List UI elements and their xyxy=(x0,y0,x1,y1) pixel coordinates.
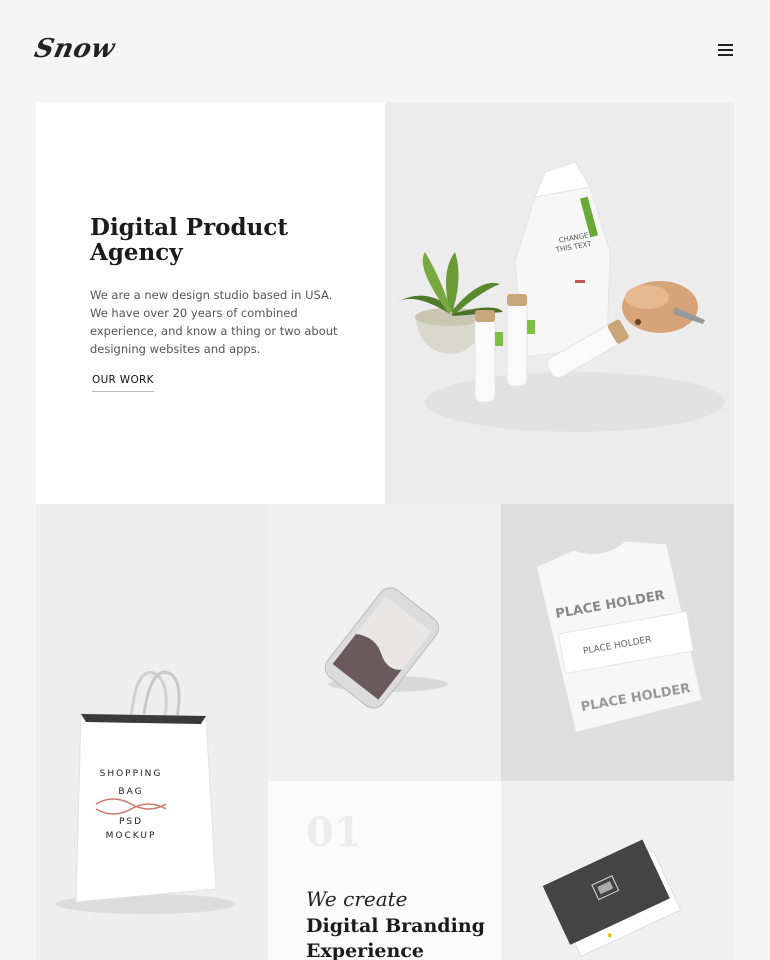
svg-text:MOCKUP: MOCKUP xyxy=(106,831,157,841)
phone-mockup-image[interactable] xyxy=(268,504,501,781)
service-panel: 01 We create Digital Branding Experience xyxy=(268,781,501,960)
service-title: Digital Branding Experience xyxy=(306,915,485,960)
hero-title: Digital Product Agency xyxy=(90,214,288,266)
service-number: 01 xyxy=(306,809,362,856)
tshirt-mockup-image[interactable]: PLACE HOLDER PLACE HOLDER PLACE HOLDER xyxy=(501,504,734,781)
svg-text:BAG: BAG xyxy=(118,787,143,797)
hamburger-menu-icon[interactable] xyxy=(718,44,733,56)
site-header: Snow xyxy=(0,0,770,100)
business-card-image[interactable] xyxy=(501,781,734,960)
hero-description: We are a new design studio based in USA.… xyxy=(90,288,338,356)
shopping-bag-image[interactable]: SHOPPING BAG PSD MOCKUP xyxy=(36,504,268,960)
service-subtitle: We create xyxy=(306,887,408,911)
hero-product-image[interactable]: CHANGE THIS TEXT xyxy=(385,102,734,504)
hero-text-panel: Digital Product Agency We are a new desi… xyxy=(36,102,385,504)
our-work-link[interactable]: OUR WORK xyxy=(92,374,154,392)
wooden-object xyxy=(622,281,705,333)
svg-text:SHOPPING: SHOPPING xyxy=(100,769,163,779)
logo[interactable]: Snow xyxy=(32,34,118,64)
svg-text:PSD: PSD xyxy=(119,817,143,827)
